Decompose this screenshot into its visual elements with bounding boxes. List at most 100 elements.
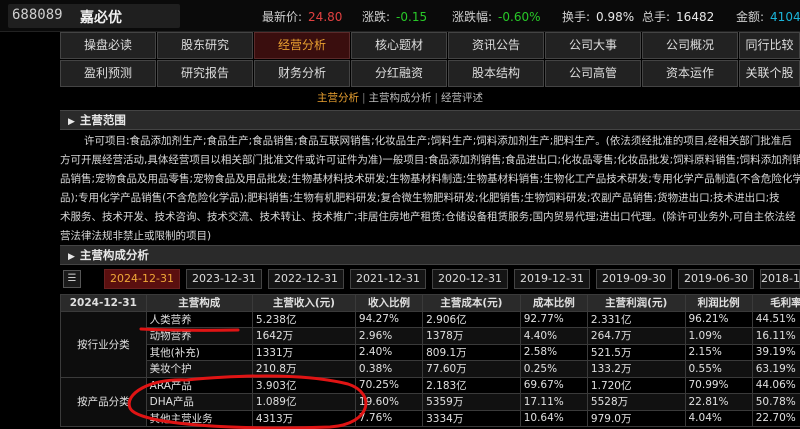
cell-item: ARA产品: [145, 376, 253, 394]
cell-profit-ratio: 70.99%: [684, 376, 753, 394]
date-tab[interactable]: 2023-12-31: [186, 269, 262, 289]
cell-cost-ratio: 4.40%: [519, 327, 588, 345]
cell-profit-ratio: 22.81%: [684, 393, 753, 411]
cell-revenue-ratio: 19.60%: [354, 393, 424, 411]
subnav-composition[interactable]: 主营构成分析: [369, 92, 432, 104]
col-header[interactable]: 主营收入(元): [251, 294, 356, 312]
cell-cost-ratio: 10.64%: [519, 409, 588, 427]
cell-revenue-ratio: 2.96%: [354, 327, 424, 345]
table-row: 其他主营业务 4313万 7.76% 3334万 10.64% 979.0万 4.04% 22…: [61, 409, 800, 427]
scope-line: 术服务、技术开发、技术咨询、技术交流、技术转让、技术推广;非居住房地产租赁;仓储…: [60, 211, 796, 223]
price-value: 24.80: [308, 10, 343, 24]
section-header-scope: ▶ 主营范围: [60, 110, 800, 130]
col-header[interactable]: 毛利率: [751, 294, 800, 312]
quote-item-price: 最新价: 24.80: [262, 10, 343, 24]
date-tab[interactable]: 2020-12-31: [432, 269, 508, 289]
cell-gross-margin: 63.19%: [751, 360, 800, 378]
volume-value: 16482: [676, 10, 715, 24]
cell-cost: 5359万: [422, 393, 521, 411]
nav-financial-analysis[interactable]: 财务分析: [254, 60, 350, 87]
date-tab[interactable]: 2018-12-31: [760, 269, 800, 289]
quote-item-amount: 金额:41047: [736, 8, 800, 25]
nav-research-reports[interactable]: 研究报告: [157, 60, 253, 87]
cell-profit-ratio: 2.15%: [684, 343, 753, 361]
scope-line: 品);专用化学产品销售(不含危险化学品);肥料销售;生物有机肥料研发;复合微生物…: [60, 192, 780, 204]
col-header[interactable]: 收入比例: [354, 294, 424, 312]
cell-revenue: 4313万: [251, 409, 356, 427]
cell-cost-ratio: 2.58%: [519, 343, 588, 361]
table-header-row: 2024-12-31 主营构成 主营收入(元) 收入比例 主营成本(元) 成本比…: [60, 294, 800, 312]
scope-line: 许可项目:食品添加剂生产;食品生产;食品销售;食品互联网销售;化妆品生产;饲料生…: [84, 135, 792, 147]
cell-revenue: 1.089亿: [251, 393, 356, 411]
table-row: 美妆个护 210.8万 0.38% 77.60万 0.25% 133.2万 0.55% 63.…: [61, 360, 800, 378]
nav-news-announcements[interactable]: 资讯公告: [448, 32, 544, 59]
cell-profit: 1.720亿: [586, 376, 686, 394]
col-header: 2024-12-31: [60, 294, 147, 312]
triangle-right-icon: ▶: [68, 252, 75, 262]
cell-item: 美妆个护: [145, 360, 253, 378]
col-header[interactable]: 成本比例: [519, 294, 588, 312]
nav-company-profile[interactable]: 公司概况: [642, 32, 738, 59]
cell-item: 其他(补充): [145, 343, 253, 361]
nav-capital-operations[interactable]: 资本运作: [642, 60, 738, 87]
cell-revenue: 1331万: [251, 343, 356, 361]
scope-line: 品销售;宠物食品及用品零售;宠物食品及用品批发;生物基材料技术研发;生物基材料制…: [60, 173, 800, 185]
quote-bar: 688089 嘉必优 最新价: 24.80 涨跌: -0.15 涨跌幅: -0.60%…: [0, 0, 800, 32]
date-tab[interactable]: 2022-12-31: [268, 269, 344, 289]
cell-item: 动物营养: [145, 327, 253, 345]
cell-revenue: 5.238亿: [251, 310, 356, 328]
cell-gross-margin: 16.11%: [751, 327, 800, 345]
date-tab[interactable]: 2019-12-31: [514, 269, 590, 289]
nav-profit-forecast[interactable]: 盈利预测: [60, 60, 156, 87]
date-tab[interactable]: 2021-12-31: [350, 269, 426, 289]
cell-profit: 521.5万: [586, 343, 686, 361]
subnav-main-business[interactable]: 主营分析: [317, 92, 359, 104]
cell-revenue-ratio: 7.76%: [354, 409, 424, 427]
quote-item-volume: 总手: 16482: [642, 10, 715, 24]
change-pct-value: -0.60%: [498, 10, 541, 24]
cell-gross-margin: 44.51%: [751, 310, 800, 328]
cell-item: 人类营养: [145, 310, 253, 328]
cell-gross-margin: 50.78%: [751, 393, 800, 411]
col-header: 主营构成: [145, 294, 253, 312]
menu-icon[interactable]: ☰: [63, 270, 81, 288]
cell-revenue-ratio: 0.38%: [354, 360, 424, 378]
nav-dividend-financing[interactable]: 分红融资: [351, 60, 447, 87]
col-header[interactable]: 主营利润(元): [586, 294, 686, 312]
scope-line: 营法律法规非禁止或限制的项目): [60, 230, 212, 242]
nav-operation-guide[interactable]: 操盘必读: [60, 32, 156, 59]
date-tab[interactable]: 2019-06-30: [678, 269, 754, 289]
nav-related-stocks[interactable]: 关联个股: [739, 60, 800, 87]
sub-nav: 主营分析 | 主营构成分析 | 经营评述: [316, 92, 484, 104]
table-row: 动物营养 1642万 2.96% 1378万 4.40% 264.7万 1.09% 16.11…: [61, 327, 800, 345]
nav-executives[interactable]: 公司高管: [545, 60, 641, 87]
cell-gross-margin: 22.70%: [751, 409, 800, 427]
nav-business-analysis[interactable]: 经营分析: [254, 32, 350, 59]
cell-gross-margin: 39.19%: [751, 343, 800, 361]
cell-revenue: 3.903亿: [251, 376, 356, 394]
cell-gross-margin: 44.06%: [751, 376, 800, 394]
col-header[interactable]: 利润比例: [684, 294, 753, 312]
nav-core-themes[interactable]: 核心题材: [351, 32, 447, 59]
cell-profit-ratio: 0.55%: [684, 360, 753, 378]
nav-peer-comparison[interactable]: 同行比较: [739, 32, 800, 59]
col-header[interactable]: 主营成本(元): [422, 294, 521, 312]
nav-company-events[interactable]: 公司大事: [545, 32, 641, 59]
change-value: -0.15: [396, 10, 428, 24]
report-date-tabs: ☰ 2024-12-31 2023-12-31 2022-12-31 2021-…: [60, 268, 800, 290]
table-row: 按行业分类 人类营养 5.238亿 94.27% 2.906亿 92.77% 2.331亿 9…: [60, 310, 800, 378]
date-tab[interactable]: 2019-09-30: [596, 269, 672, 289]
cell-profit: 133.2万: [586, 360, 686, 378]
cell-revenue: 1642万: [251, 327, 356, 345]
cell-profit: 979.0万: [586, 409, 686, 427]
subnav-review[interactable]: 经营评述: [441, 92, 483, 104]
nav-shareholder-research[interactable]: 股东研究: [157, 32, 253, 59]
cell-cost-ratio: 92.77%: [519, 310, 588, 328]
cell-profit: 2.331亿: [586, 310, 686, 328]
table-row: 按产品分类 ARA产品 3.903亿 70.25% 2.183亿 69.67% 1.720亿…: [60, 376, 800, 427]
date-tab[interactable]: 2024-12-31: [104, 269, 180, 289]
cell-revenue: 210.8万: [251, 360, 356, 378]
cell-cost-ratio: 69.67%: [519, 376, 588, 394]
nav-share-structure[interactable]: 股本结构: [448, 60, 544, 87]
business-scope-text: 许可项目:食品添加剂生产;食品生产;食品销售;食品互联网销售;化妆品生产;饲料生…: [60, 132, 800, 208]
